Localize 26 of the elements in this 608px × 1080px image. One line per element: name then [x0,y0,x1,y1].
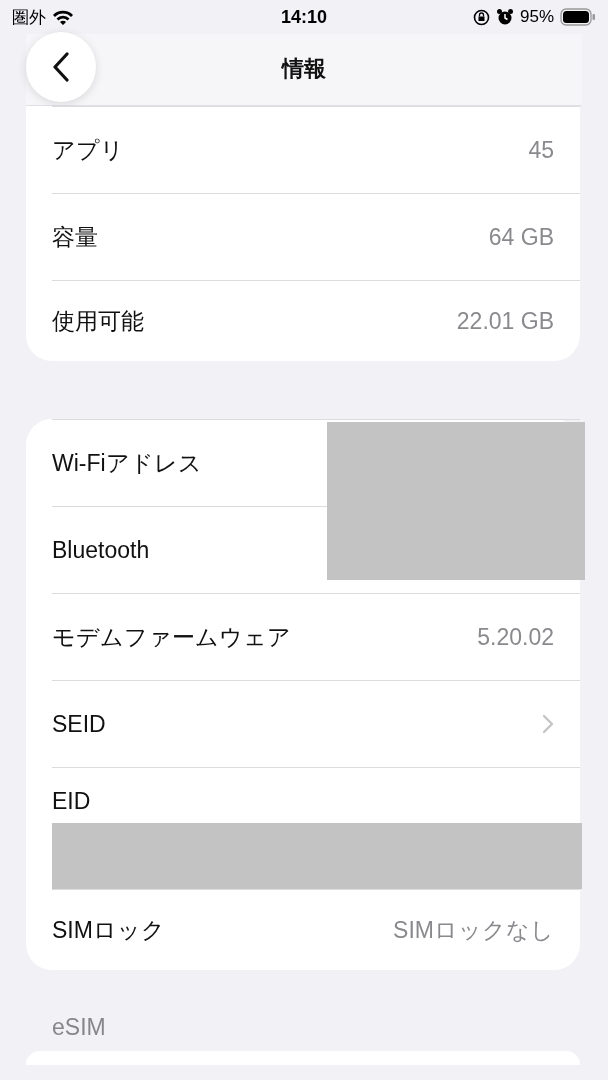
row-label: 使用可能 [52,306,145,336]
row-label: アプリ [52,135,125,165]
row-value: 64 GB [488,223,554,251]
row-label: SIMロック [52,915,166,945]
row-value: 45 [528,136,554,164]
row-value: 22.01 GB [456,307,554,335]
row-value: 5.20.02 [477,623,554,651]
section-header: eSIM [52,1014,106,1040]
settings-row[interactable]: SEID [52,680,580,767]
back-icon [52,52,70,82]
wifi-icon [52,9,74,25]
battery-percent-text: 95% [520,7,554,27]
row-label: Bluetooth [52,536,151,564]
row-value: SIMロックなし [393,915,554,945]
row-label: 容量 [52,222,99,252]
battery-icon [560,8,596,26]
row-label: モデムファームウェア [52,622,292,652]
row-label: Wi-Fiアドレス [52,448,203,478]
alarm-icon [496,8,514,26]
row-label: SEID [52,710,107,738]
back-button[interactable] [26,32,96,102]
page-title: 情報 [282,55,326,83]
carrier-text: 圏外 [12,6,46,29]
rotation-lock-icon [473,8,490,26]
row-label: EID [52,788,92,815]
clock-text: 14:10 [281,6,328,28]
